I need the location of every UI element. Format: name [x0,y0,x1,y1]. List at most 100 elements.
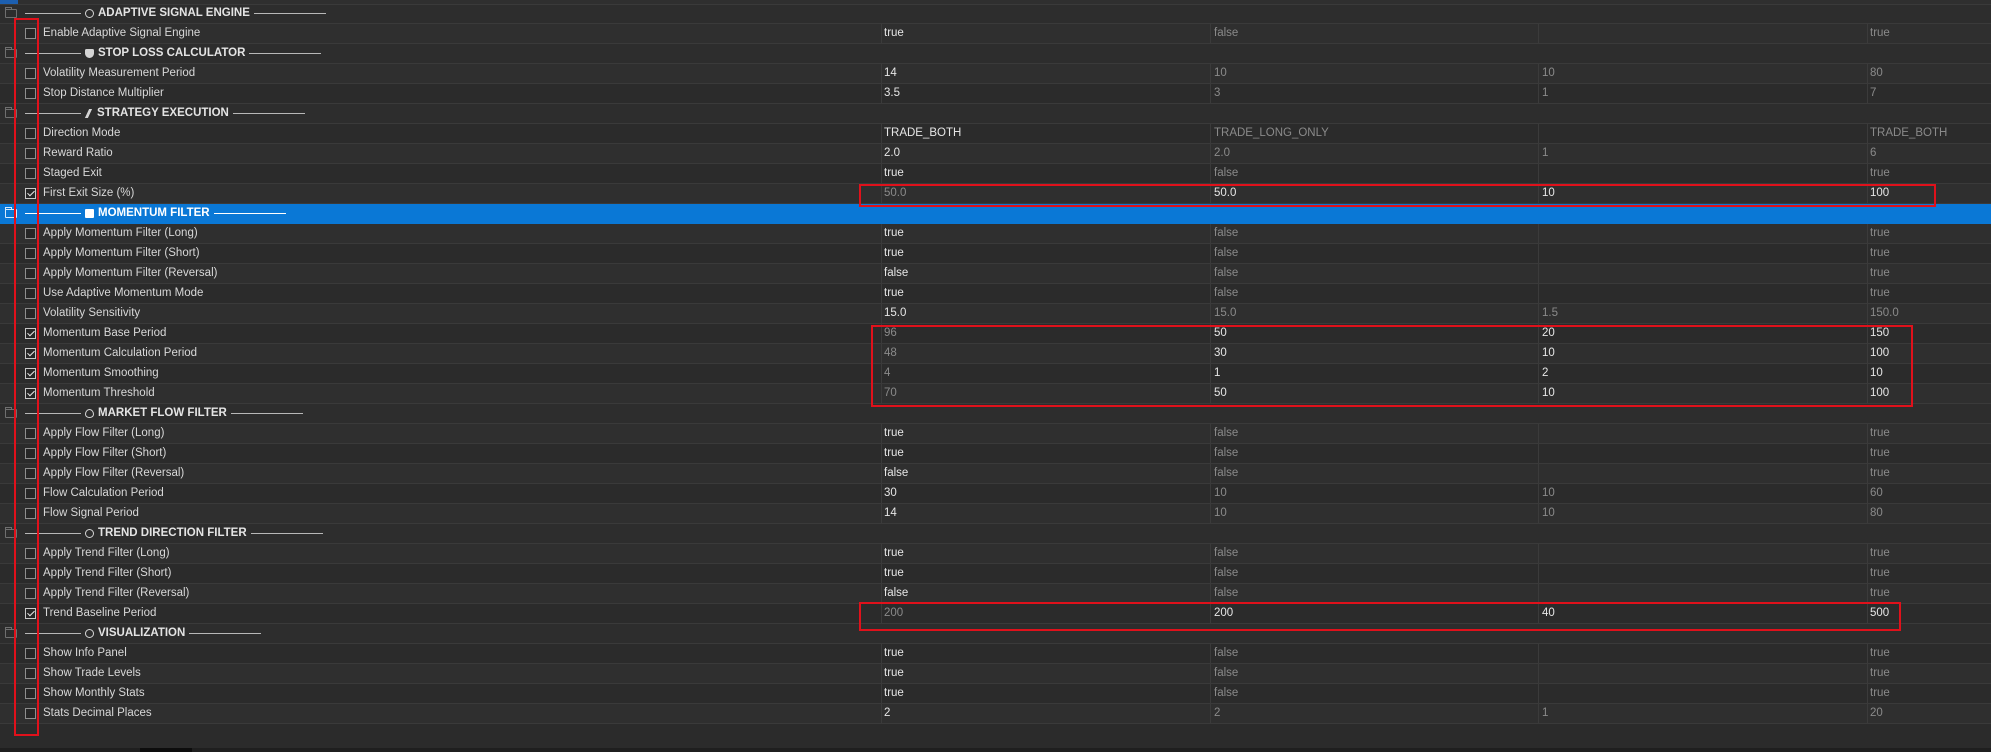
parameter-step-cell[interactable] [1542,644,1864,663]
parameter-start-cell[interactable]: 10 [1214,64,1536,83]
parameter-row[interactable]: Stats Decimal Places 2 2 1 20 [0,704,1991,724]
parameter-step-cell[interactable] [1542,444,1864,463]
section-header[interactable]: STRATEGY EXECUTION [0,104,1991,124]
optimize-checkbox[interactable] [25,288,36,299]
parameter-row[interactable]: Momentum Threshold 70 50 10 100 [0,384,1991,404]
folder-icon[interactable] [5,47,17,58]
parameter-start-cell[interactable]: false [1214,24,1536,43]
parameter-value-cell[interactable]: 48 [884,344,1204,363]
parameter-row[interactable]: Apply Momentum Filter (Short) true false tr… [0,244,1991,264]
optimize-checkbox[interactable] [25,428,36,439]
parameter-stop-cell[interactable]: 80 [1870,64,1990,83]
parameter-step-cell[interactable] [1542,424,1864,443]
parameter-stop-cell[interactable]: 6 [1870,144,1990,163]
parameter-value-cell[interactable]: 3.5 [884,84,1204,103]
parameter-step-cell[interactable]: 10 [1542,484,1864,503]
parameter-value-cell[interactable]: true [884,664,1204,683]
optimize-checkbox[interactable] [25,228,36,239]
optimize-checkbox[interactable] [25,448,36,459]
parameter-row[interactable]: Enable Adaptive Signal Engine true false tr… [0,24,1991,44]
optimize-checkbox[interactable] [25,608,36,619]
section-header[interactable]: MOMENTUM FILTER [0,204,1991,224]
optimize-checkbox[interactable] [25,708,36,719]
parameter-step-cell[interactable] [1542,664,1864,683]
parameter-start-cell[interactable]: false [1214,564,1536,583]
parameter-start-cell[interactable]: false [1214,284,1536,303]
parameter-step-cell[interactable] [1542,544,1864,563]
parameter-step-cell[interactable]: 20 [1542,324,1864,343]
parameter-stop-cell[interactable]: true [1870,424,1990,443]
parameter-stop-cell[interactable]: true [1870,244,1990,263]
parameter-stop-cell[interactable]: 10 [1870,364,1990,383]
parameter-step-cell[interactable] [1542,124,1864,143]
parameter-stop-cell[interactable]: 100 [1870,184,1990,203]
parameter-value-cell[interactable]: true [884,424,1204,443]
parameter-row[interactable]: Flow Signal Period 14 10 10 80 [0,504,1991,524]
parameter-value-cell[interactable]: true [884,284,1204,303]
section-header[interactable]: STOP LOSS CALCULATOR [0,44,1991,64]
parameter-start-cell[interactable]: false [1214,464,1536,483]
parameter-step-cell[interactable]: 1 [1542,84,1864,103]
parameter-value-cell[interactable]: false [884,264,1204,283]
parameter-stop-cell[interactable]: true [1870,164,1990,183]
parameter-start-cell[interactable]: false [1214,224,1536,243]
parameter-start-cell[interactable]: TRADE_LONG_ONLY [1214,124,1536,143]
parameter-row[interactable]: Direction Mode TRADE_BOTH TRADE_LONG_ONLY T… [0,124,1991,144]
parameter-value-cell[interactable]: true [884,164,1204,183]
parameter-start-cell[interactable]: false [1214,644,1536,663]
parameter-start-cell[interactable]: 200 [1214,604,1536,623]
folder-icon[interactable] [5,207,17,218]
parameter-step-cell[interactable] [1542,24,1864,43]
parameter-start-cell[interactable]: false [1214,444,1536,463]
parameter-value-cell[interactable]: 2.0 [884,144,1204,163]
parameter-stop-cell[interactable]: TRADE_BOTH [1870,124,1990,143]
parameter-row[interactable]: Momentum Smoothing 4 1 2 10 [0,364,1991,384]
parameter-start-cell[interactable]: false [1214,264,1536,283]
parameter-start-cell[interactable]: 3 [1214,84,1536,103]
parameter-row[interactable]: Show Info Panel true false true [0,644,1991,664]
parameter-start-cell[interactable]: 10 [1214,484,1536,503]
parameter-start-cell[interactable]: 30 [1214,344,1536,363]
optimize-checkbox[interactable] [25,88,36,99]
parameter-start-cell[interactable]: 10 [1214,504,1536,523]
parameter-row[interactable]: Reward Ratio 2.0 2.0 1 6 [0,144,1991,164]
parameter-start-cell[interactable]: false [1214,684,1536,703]
parameter-value-cell[interactable]: false [884,464,1204,483]
parameter-step-cell[interactable]: 1 [1542,704,1864,723]
parameter-step-cell[interactable] [1542,464,1864,483]
parameter-stop-cell[interactable]: true [1870,664,1990,683]
parameter-value-cell[interactable]: 14 [884,504,1204,523]
parameter-stop-cell[interactable]: 100 [1870,344,1990,363]
parameter-row[interactable]: Volatility Sensitivity 15.0 15.0 1.5 150.0 [0,304,1991,324]
optimize-checkbox[interactable] [25,588,36,599]
parameter-stop-cell[interactable]: true [1870,464,1990,483]
parameter-start-cell[interactable]: false [1214,164,1536,183]
parameter-row[interactable]: Apply Trend Filter (Long) true false true [0,544,1991,564]
parameter-step-cell[interactable] [1542,164,1864,183]
parameter-stop-cell[interactable]: 100 [1870,384,1990,403]
parameter-stop-cell[interactable]: 80 [1870,504,1990,523]
parameter-step-cell[interactable]: 40 [1542,604,1864,623]
parameter-stop-cell[interactable]: 500 [1870,604,1990,623]
parameter-stop-cell[interactable]: 150 [1870,324,1990,343]
parameter-start-cell[interactable]: false [1214,584,1536,603]
parameter-row[interactable]: Apply Flow Filter (Reversal) false false tr… [0,464,1991,484]
parameter-stop-cell[interactable]: true [1870,284,1990,303]
parameter-row[interactable]: Momentum Calculation Period 48 30 10 100 [0,344,1991,364]
parameter-step-cell[interactable] [1542,584,1864,603]
parameter-start-cell[interactable]: 50.0 [1214,184,1536,203]
parameter-stop-cell[interactable]: 7 [1870,84,1990,103]
parameter-row[interactable]: Staged Exit true false true [0,164,1991,184]
parameter-step-cell[interactable]: 10 [1542,384,1864,403]
parameter-stop-cell[interactable]: true [1870,444,1990,463]
parameter-value-cell[interactable]: true [884,224,1204,243]
parameter-step-cell[interactable] [1542,224,1864,243]
parameter-step-cell[interactable]: 10 [1542,64,1864,83]
parameter-value-cell[interactable]: 50.0 [884,184,1204,203]
parameter-value-cell[interactable]: true [884,444,1204,463]
parameter-value-cell[interactable]: TRADE_BOTH [884,124,1204,143]
parameter-row[interactable]: Show Monthly Stats true false true [0,684,1991,704]
folder-icon[interactable] [5,527,17,538]
parameter-row[interactable]: Apply Flow Filter (Short) true false true [0,444,1991,464]
parameter-step-cell[interactable]: 2 [1542,364,1864,383]
